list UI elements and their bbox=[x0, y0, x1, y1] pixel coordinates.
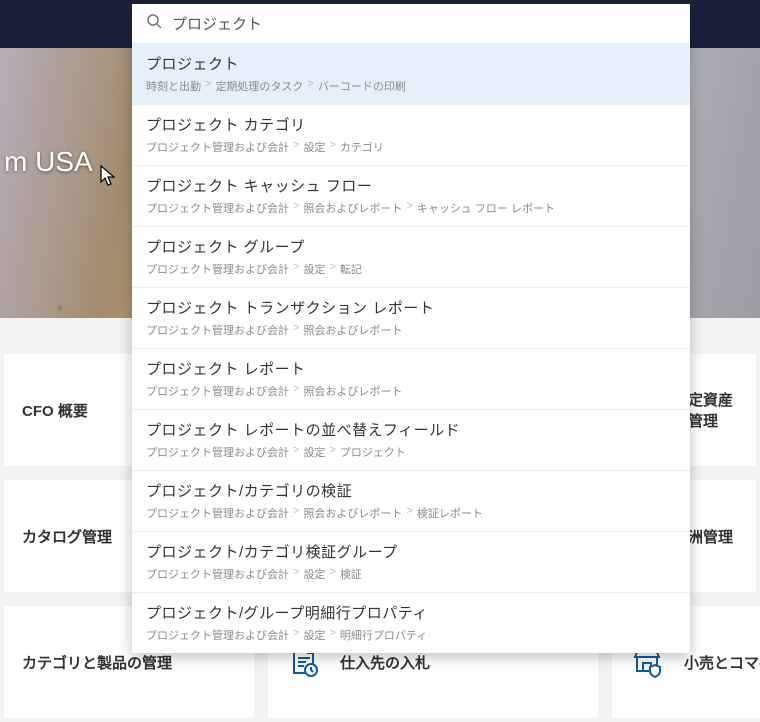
search-result-item[interactable]: プロジェクト レポートの並べ替えフィールドプロジェクト管理および会計>設定>プロ… bbox=[132, 409, 690, 470]
breadcrumb-segment: 照会およびレポート bbox=[303, 322, 402, 338]
search-result-item[interactable]: プロジェクト トランザクション レポートプロジェクト管理および会計>照会およびレ… bbox=[132, 287, 690, 348]
breadcrumb-segment: キャッシュ フロー レポート bbox=[417, 200, 555, 216]
search-result-breadcrumb: プロジェクト管理および会計>設定>転記 bbox=[146, 261, 676, 277]
breadcrumb-segment: バーコードの印刷 bbox=[318, 78, 406, 94]
chevron-right-icon: > bbox=[406, 200, 412, 216]
breadcrumb-segment: プロジェクト管理および会計 bbox=[146, 383, 289, 399]
breadcrumb-segment: カテゴリ bbox=[340, 139, 384, 155]
search-icon bbox=[146, 13, 162, 34]
breadcrumb-segment: プロジェクト管理および会計 bbox=[146, 200, 289, 216]
chevron-right-icon: > bbox=[293, 261, 299, 277]
breadcrumb-segment: プロジェクト管理および会計 bbox=[146, 261, 289, 277]
breadcrumb-segment: 定期処理のタスク bbox=[215, 78, 303, 94]
breadcrumb-segment: 設定 bbox=[303, 566, 325, 582]
search-result-breadcrumb: プロジェクト管理および会計>設定>プロジェクト bbox=[146, 444, 676, 460]
search-result-item[interactable]: プロジェクト グループプロジェクト管理および会計>設定>転記 bbox=[132, 226, 690, 287]
chevron-right-icon: > bbox=[293, 322, 299, 338]
breadcrumb-segment: 転記 bbox=[340, 261, 362, 277]
breadcrumb-segment: 検証レポート bbox=[417, 505, 483, 521]
search-results-list: プロジェクト時刻と出勤>定期処理のタスク>バーコードの印刷プロジェクト カテゴリ… bbox=[132, 44, 690, 653]
tile-label: 仕入先の入札 bbox=[340, 652, 430, 673]
tile-label: 小売とコマ- bbox=[684, 652, 760, 673]
breadcrumb-segment: 設定 bbox=[303, 444, 325, 460]
breadcrumb-segment: プロジェクト管理および会計 bbox=[146, 505, 289, 521]
search-input[interactable] bbox=[172, 15, 676, 32]
chevron-right-icon: > bbox=[329, 566, 335, 582]
chevron-right-icon: > bbox=[293, 200, 299, 216]
chevron-right-icon: > bbox=[293, 627, 299, 643]
search-result-title: プロジェクト グループ bbox=[146, 236, 676, 257]
search-result-title: プロジェクト レポートの並べ替えフィールド bbox=[146, 419, 676, 440]
search-result-item[interactable]: プロジェクト キャッシュ フロープロジェクト管理および会計>照会およびレポート>… bbox=[132, 165, 690, 226]
search-result-breadcrumb: プロジェクト管理および会計>設定>検証 bbox=[146, 566, 676, 582]
tile-label: CFO 概要 bbox=[22, 400, 88, 421]
chevron-right-icon: > bbox=[293, 566, 299, 582]
search-result-title: プロジェクト カテゴリ bbox=[146, 114, 676, 135]
breadcrumb-segment: プロジェクト管理および会計 bbox=[146, 139, 289, 155]
breadcrumb-segment: 照会およびレポート bbox=[303, 200, 402, 216]
search-result-title: プロジェクト/カテゴリの検証 bbox=[146, 480, 676, 501]
search-result-title: プロジェクト レポート bbox=[146, 358, 676, 379]
breadcrumb-segment: 時刻と出勤 bbox=[146, 78, 201, 94]
tile-label: カテゴリと製品の管理 bbox=[22, 652, 172, 673]
search-result-title: プロジェクト bbox=[146, 53, 676, 74]
chevron-right-icon: > bbox=[205, 78, 211, 94]
chevron-right-icon: > bbox=[293, 383, 299, 399]
tile-catalog-mgmt[interactable]: カタログ管理 bbox=[4, 480, 134, 592]
chevron-right-icon: > bbox=[329, 139, 335, 155]
tile-label: 洲管理 bbox=[688, 526, 733, 547]
chevron-right-icon: > bbox=[329, 627, 335, 643]
breadcrumb-segment: プロジェクト管理および会計 bbox=[146, 444, 289, 460]
chevron-right-icon: > bbox=[307, 78, 313, 94]
search-result-breadcrumb: プロジェクト管理および会計>設定>明細行プロパティ bbox=[146, 627, 676, 643]
search-result-breadcrumb: プロジェクト管理および会計>照会およびレポート bbox=[146, 322, 676, 338]
search-result-title: プロジェクト/カテゴリ検証グループ bbox=[146, 541, 676, 562]
breadcrumb-segment: 明細行プロパティ bbox=[340, 627, 427, 643]
breadcrumb-segment: 照会およびレポート bbox=[303, 383, 402, 399]
global-search-panel: プロジェクト時刻と出勤>定期処理のタスク>バーコードの印刷プロジェクト カテゴリ… bbox=[132, 4, 690, 653]
tile-label: 定資産管理 bbox=[688, 389, 738, 431]
tile-cfo-overview[interactable]: CFO 概要 bbox=[4, 354, 134, 466]
search-result-item[interactable]: プロジェクト/グループ明細行プロパティプロジェクト管理および会計>設定>明細行プ… bbox=[132, 592, 690, 653]
breadcrumb-segment: プロジェクト bbox=[340, 444, 406, 460]
breadcrumb-segment: 設定 bbox=[303, 261, 325, 277]
search-result-title: プロジェクト キャッシュ フロー bbox=[146, 175, 676, 196]
chevron-right-icon: > bbox=[293, 139, 299, 155]
breadcrumb-segment: 検証 bbox=[340, 566, 362, 582]
breadcrumb-segment: 設定 bbox=[303, 627, 325, 643]
search-result-item[interactable]: プロジェクト/カテゴリ検証グループプロジェクト管理および会計>設定>検証 bbox=[132, 531, 690, 592]
search-result-item[interactable]: プロジェクト レポートプロジェクト管理および会計>照会およびレポート bbox=[132, 348, 690, 409]
chevron-right-icon: > bbox=[329, 444, 335, 460]
search-input-row[interactable] bbox=[132, 4, 690, 44]
chevron-right-icon: > bbox=[293, 444, 299, 460]
search-result-breadcrumb: 時刻と出勤>定期処理のタスク>バーコードの印刷 bbox=[146, 78, 676, 94]
breadcrumb-segment: 設定 bbox=[303, 139, 325, 155]
chevron-right-icon: > bbox=[293, 505, 299, 521]
breadcrumb-segment: 照会およびレポート bbox=[303, 505, 402, 521]
search-result-item[interactable]: プロジェクト カテゴリプロジェクト管理および会計>設定>カテゴリ bbox=[132, 104, 690, 165]
breadcrumb-segment: プロジェクト管理および会計 bbox=[146, 566, 289, 582]
hero-title-fragment: m USA bbox=[0, 146, 93, 178]
chevron-right-icon: > bbox=[329, 261, 335, 277]
search-result-item[interactable]: プロジェクト/カテゴリの検証プロジェクト管理および会計>照会およびレポート>検証… bbox=[132, 470, 690, 531]
search-result-breadcrumb: プロジェクト管理および会計>照会およびレポート>検証レポート bbox=[146, 505, 676, 521]
search-result-item[interactable]: プロジェクト時刻と出勤>定期処理のタスク>バーコードの印刷 bbox=[132, 44, 690, 104]
search-result-breadcrumb: プロジェクト管理および会計>設定>カテゴリ bbox=[146, 139, 676, 155]
search-result-breadcrumb: プロジェクト管理および会計>照会およびレポート>キャッシュ フロー レポート bbox=[146, 200, 676, 216]
breadcrumb-segment: プロジェクト管理および会計 bbox=[146, 322, 289, 338]
breadcrumb-segment: プロジェクト管理および会計 bbox=[146, 627, 289, 643]
tile-label: カタログ管理 bbox=[22, 526, 112, 547]
search-result-breadcrumb: プロジェクト管理および会計>照会およびレポート bbox=[146, 383, 676, 399]
chevron-right-icon: > bbox=[406, 505, 412, 521]
search-result-title: プロジェクト/グループ明細行プロパティ bbox=[146, 602, 676, 623]
search-result-title: プロジェクト トランザクション レポート bbox=[146, 297, 676, 318]
